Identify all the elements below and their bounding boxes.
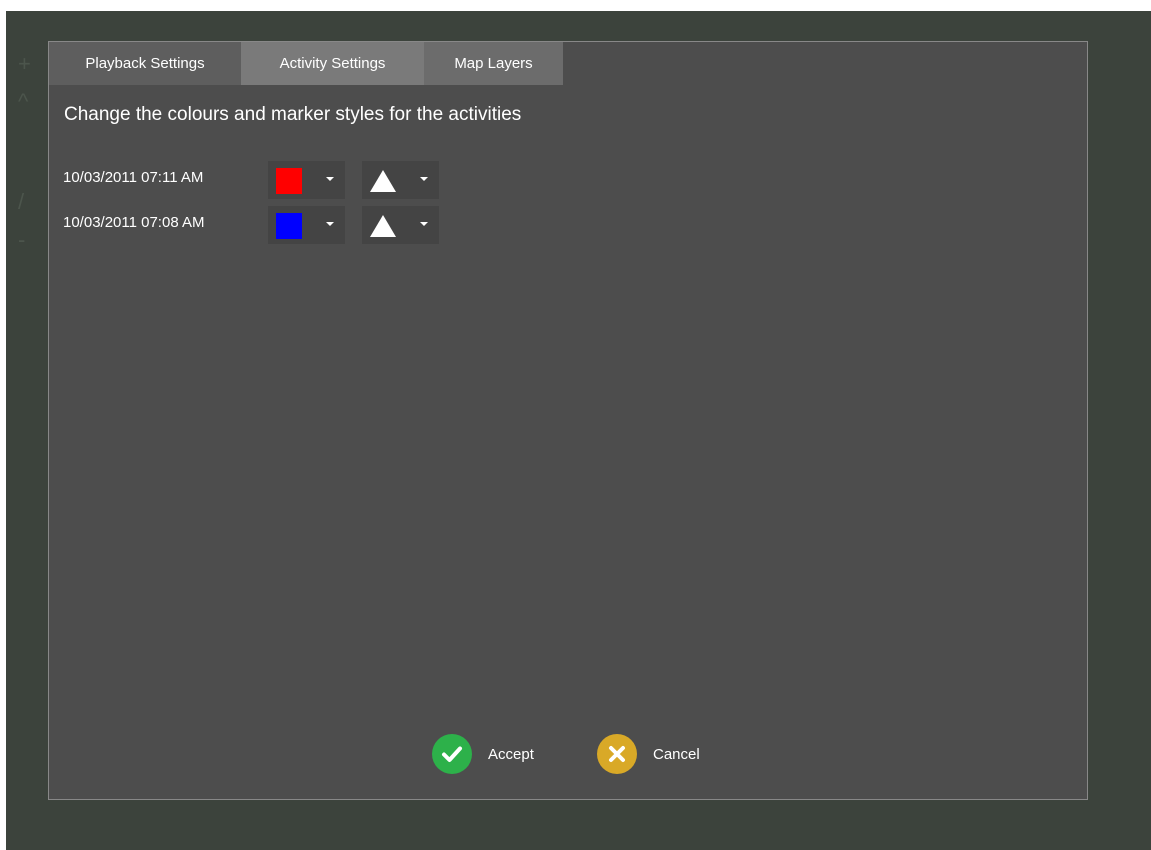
marker-dropdown[interactable] bbox=[362, 161, 439, 199]
activity-label: 10/03/2011 07:11 AM bbox=[63, 169, 204, 186]
color-dropdown[interactable] bbox=[268, 161, 345, 199]
triangle-icon bbox=[370, 215, 396, 237]
dropdown-arrow-icon bbox=[326, 177, 334, 181]
cancel-button[interactable]: Cancel bbox=[597, 734, 700, 774]
tab-playback-settings[interactable]: Playback Settings bbox=[49, 42, 241, 85]
accept-label: Accept bbox=[488, 745, 534, 763]
page-heading: Change the colours and marker styles for… bbox=[64, 104, 522, 125]
dropdown-arrow-icon bbox=[420, 177, 428, 181]
tab-map-layers[interactable]: Map Layers bbox=[424, 42, 563, 85]
marker-dropdown[interactable] bbox=[362, 206, 439, 244]
triangle-icon bbox=[370, 170, 396, 192]
dropdown-arrow-icon bbox=[420, 222, 428, 226]
check-icon bbox=[432, 734, 472, 774]
background-glyph: / bbox=[18, 189, 25, 214]
color-dropdown[interactable] bbox=[268, 206, 345, 244]
accept-button[interactable]: Accept bbox=[432, 734, 534, 774]
cancel-label: Cancel bbox=[653, 745, 700, 763]
color-swatch bbox=[276, 213, 302, 239]
tab-bar: Playback Settings Activity Settings Map … bbox=[49, 42, 563, 85]
background-glyph: + bbox=[18, 51, 31, 76]
background-glyph: ^ bbox=[18, 89, 29, 114]
close-icon bbox=[597, 734, 637, 774]
background-glyph: - bbox=[18, 227, 26, 252]
color-swatch bbox=[276, 168, 302, 194]
dropdown-arrow-icon bbox=[326, 222, 334, 226]
settings-dialog: Playback Settings Activity Settings Map … bbox=[48, 41, 1088, 800]
activity-label: 10/03/2011 07:08 AM bbox=[63, 214, 205, 231]
tab-activity-settings[interactable]: Activity Settings bbox=[241, 42, 424, 85]
